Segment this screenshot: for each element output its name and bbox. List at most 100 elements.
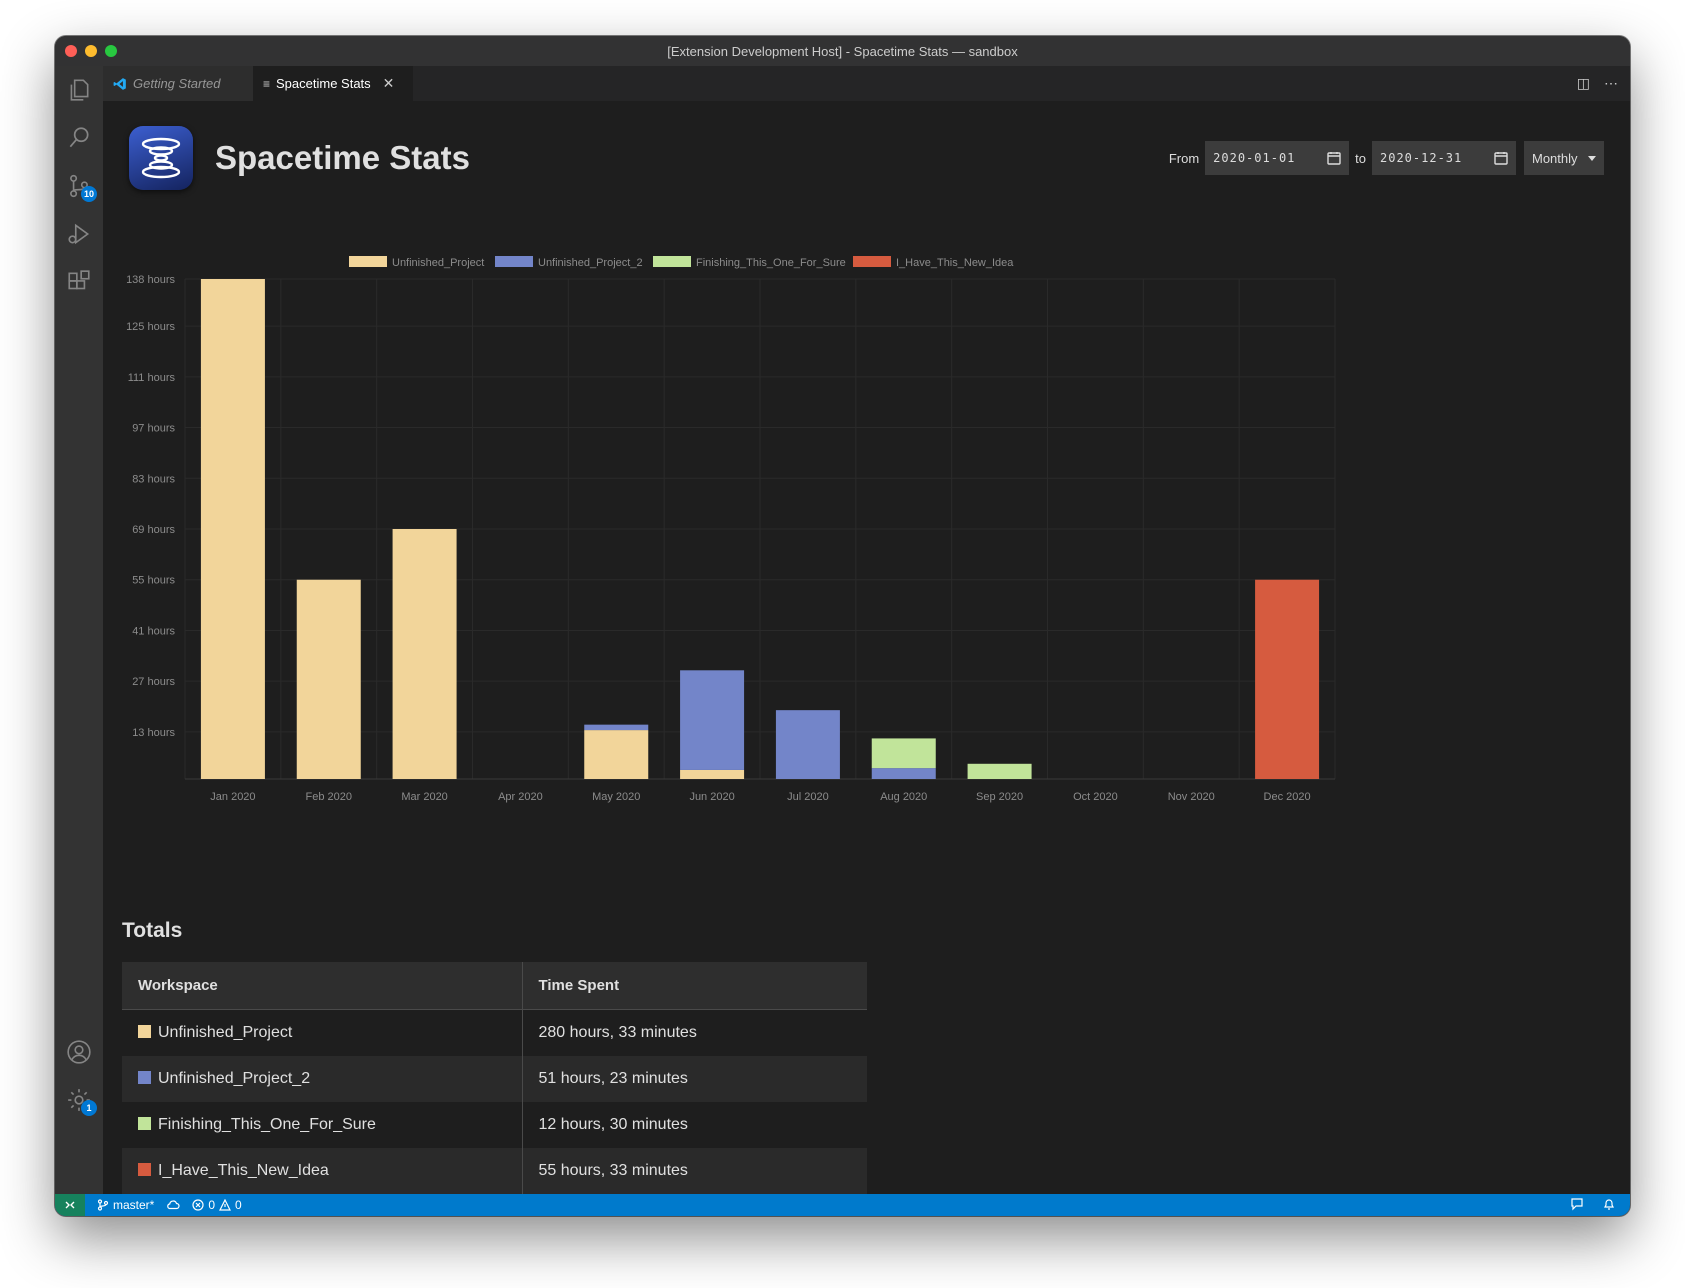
x-tick-label: Oct 2020 [1073, 791, 1118, 803]
bar [1255, 579, 1320, 779]
files-icon [70, 79, 89, 101]
table-header-row: Workspace Time Spent [122, 962, 867, 1010]
x-tick-label: Nov 2020 [1168, 791, 1215, 803]
date-range-controls: From 2020-01-01 to 2020-12-31 Monthly [1169, 141, 1604, 175]
explorer-button[interactable] [55, 66, 103, 114]
branch-name: master* [113, 1198, 155, 1212]
vscode-logo-icon [113, 77, 126, 90]
close-window-button[interactable] [65, 45, 77, 57]
y-tick-label: 97 hours [132, 423, 175, 435]
bar [680, 769, 745, 779]
table-row: Finishing_This_One_For_Sure 12 hours, 30… [122, 1102, 867, 1148]
chart-svg: 138 hours 125 hours 111 hours 97 hours 83 ho… [126, 256, 1336, 803]
table-row: Unfinished_Project_2 51 hours, 23 minute… [122, 1056, 867, 1102]
manage-button[interactable]: 1 [55, 1076, 103, 1124]
to-date-input[interactable]: 2020-12-31 [1372, 141, 1516, 175]
scm-badge: 10 [81, 186, 97, 202]
totals-table: Workspace Time Spent Unfinished_Project … [122, 962, 867, 1194]
legend-label: Unfinished_Project [392, 257, 484, 269]
bar [871, 768, 936, 779]
from-date-input[interactable]: 2020-01-01 [1205, 141, 1350, 175]
totals-title: Totals [122, 919, 183, 942]
from-date-value: 2020-01-01 [1213, 151, 1296, 165]
time-column-header: Time Spent [522, 962, 867, 1010]
extensions-button[interactable] [55, 258, 103, 306]
workspace-name: Unfinished_Project_2 [158, 1070, 311, 1087]
minimize-window-button[interactable] [85, 45, 97, 57]
sync-button[interactable] [166, 1199, 180, 1211]
y-tick-label: 125 hours [126, 321, 175, 333]
bar [967, 763, 1032, 779]
legend-label: Unfinished_Project_2 [538, 257, 643, 269]
git-branch-icon [97, 1199, 109, 1211]
remote-indicator[interactable] [55, 1194, 85, 1216]
warning-icon [219, 1199, 232, 1211]
bar [200, 279, 265, 779]
spacetime-logo-icon [141, 137, 181, 179]
close-tab-icon[interactable]: ✕ [383, 75, 395, 92]
warning-count: 0 [235, 1198, 242, 1212]
workspace-cell: Finishing_This_One_For_Sure [122, 1102, 523, 1148]
maximize-window-button[interactable] [105, 45, 117, 57]
tab-getting-started[interactable]: Getting Started [103, 66, 253, 101]
bar [584, 724, 649, 731]
page-title: Spacetime Stats [215, 139, 470, 176]
cloud-sync-icon [167, 1200, 180, 1210]
more-actions-icon[interactable]: ⋯ [1604, 75, 1618, 92]
y-tick-label: 69 hours [132, 524, 175, 536]
table-row: Unfinished_Project 280 hours, 33 minutes [122, 1009, 867, 1056]
to-date-value: 2020-12-31 [1380, 151, 1463, 165]
x-tick-label: Sep 2020 [976, 791, 1023, 803]
workspace-column-header: Workspace [122, 962, 523, 1010]
color-swatch [138, 1071, 151, 1084]
search-button[interactable] [55, 114, 103, 162]
x-tick-label: Mar 2020 [401, 791, 447, 803]
run-debug-icon [68, 223, 90, 245]
hours-chart: 138 hours 125 hours 111 hours 97 hours 83 ho… [103, 246, 1363, 841]
editor-tab-bar: Getting Started ≡ Spacetime Stats ✕ ◫ ⋯ [103, 66, 1630, 101]
x-tick-label: May 2020 [592, 791, 640, 803]
error-count: 0 [208, 1198, 216, 1212]
time-cell: 12 hours, 30 minutes [522, 1102, 867, 1148]
tab-spacetime-stats[interactable]: ≡ Spacetime Stats ✕ [253, 66, 413, 101]
workspace-name: Finishing_This_One_For_Sure [158, 1116, 376, 1133]
feedback-icon[interactable] [1570, 1197, 1584, 1211]
chevron-down-icon [1588, 155, 1596, 161]
branch-indicator[interactable]: master* [97, 1198, 154, 1212]
legend-swatch [495, 256, 533, 267]
y-tick-label: 41 hours [132, 625, 175, 637]
workspace-cell: Unfinished_Project [122, 1009, 523, 1056]
calendar-icon[interactable] [1494, 151, 1508, 165]
granularity-select[interactable]: Monthly [1524, 141, 1604, 175]
x-tick-label: Dec 2020 [1264, 791, 1311, 803]
legend-label: Finishing_This_One_For_Sure [696, 257, 846, 269]
activity-bar: 10 1 [55, 66, 103, 1194]
bar [775, 710, 840, 779]
workspace-name: Unfinished_Project [158, 1024, 293, 1041]
calendar-icon[interactable] [1327, 151, 1341, 165]
problems-indicator[interactable]: 0 0 [192, 1198, 242, 1212]
workspace-cell: I_Have_This_New_Idea [122, 1148, 523, 1194]
x-tick-label: Aug 2020 [880, 791, 927, 803]
y-tick-label: 13 hours [132, 727, 175, 739]
bell-icon[interactable] [1602, 1197, 1616, 1211]
split-editor-icon[interactable]: ◫ [1577, 75, 1590, 92]
bar [296, 579, 361, 779]
legend-swatch [853, 256, 891, 267]
run-debug-button[interactable] [55, 210, 103, 258]
tab-label: Spacetime Stats [276, 76, 371, 91]
status-bar-right [1570, 1197, 1616, 1211]
accounts-button[interactable] [55, 1028, 103, 1076]
source-control-button[interactable]: 10 [55, 162, 103, 210]
color-swatch [138, 1163, 151, 1176]
bar [392, 529, 457, 779]
from-label: From [1168, 150, 1200, 166]
window-title: [Extension Development Host] - Spacetime… [667, 43, 1018, 59]
preview-icon: ≡ [263, 76, 271, 91]
y-tick-label: 55 hours [132, 575, 175, 587]
y-tick-label: 27 hours [132, 676, 175, 688]
bar [584, 730, 649, 779]
to-label: to [1355, 150, 1366, 166]
x-tick-label: Apr 2020 [498, 791, 543, 803]
time-cell: 280 hours, 33 minutes [522, 1009, 867, 1056]
